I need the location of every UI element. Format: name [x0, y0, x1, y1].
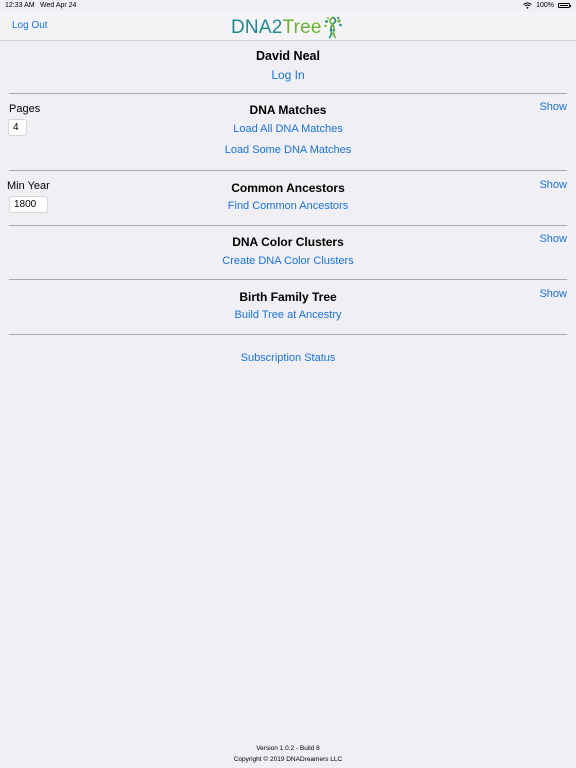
logout-button[interactable]: Log Out — [12, 20, 48, 31]
birth-family-tree-heading: Birth Family Tree — [239, 290, 337, 304]
status-date: Wed Apr 24 — [40, 2, 77, 9]
build-tree-ancestry-button[interactable]: Build Tree at Ancestry — [235, 309, 342, 321]
divider — [9, 334, 567, 335]
login-button[interactable]: Log In — [271, 68, 304, 82]
subscription-row: Subscription Status — [0, 352, 576, 364]
battery-percent: 100% — [536, 2, 554, 9]
app-logo: DNA2Tree — [231, 15, 343, 41]
wifi-icon — [523, 2, 532, 9]
dna-matches-actions-2: Load Some DNA Matches — [0, 144, 576, 156]
version-text: Version 1.0.2 - Build 8 — [256, 745, 320, 752]
battery-icon — [558, 3, 571, 8]
dna-tree-icon — [323, 16, 342, 39]
divider — [9, 225, 567, 226]
copyright-text: Copyright © 2019 DNADreamers LLC — [233, 756, 343, 763]
common-ancestors-show-button[interactable]: Show — [539, 179, 567, 191]
account-name: David Neal — [256, 49, 320, 63]
load-all-matches-button[interactable]: Load All DNA Matches — [233, 123, 342, 135]
find-common-ancestors-button[interactable]: Find Common Ancestors — [228, 200, 348, 212]
color-clusters-actions: Create DNA Color Clusters — [0, 255, 576, 267]
dna-matches-heading: DNA Matches — [249, 103, 327, 117]
birth-family-tree-show-button[interactable]: Show — [539, 288, 567, 300]
logo-text-tree: Tree — [282, 17, 322, 38]
common-ancestors-heading: Common Ancestors — [231, 181, 345, 195]
birth-family-tree-actions: Build Tree at Ancestry — [0, 309, 576, 321]
login-row: Log In — [0, 68, 576, 82]
status-time: 12:33 AM — [5, 2, 35, 9]
divider — [9, 279, 567, 280]
subscription-status-button[interactable]: Subscription Status — [241, 352, 336, 364]
color-clusters-show-button[interactable]: Show — [539, 233, 567, 245]
divider — [9, 93, 567, 94]
create-color-clusters-button[interactable]: Create DNA Color Clusters — [222, 255, 353, 267]
dna-matches-actions: Load All DNA Matches — [0, 123, 576, 135]
color-clusters-heading: DNA Color Clusters — [232, 235, 344, 249]
dna-matches-show-button[interactable]: Show — [539, 101, 567, 113]
logo-text: DNA2Tree — [231, 17, 322, 39]
load-some-matches-button[interactable]: Load Some DNA Matches — [225, 144, 352, 156]
status-bar: 12:33 AM Wed Apr 24 100% — [0, 0, 576, 12]
logo-text-dna: DNA — [231, 17, 272, 38]
divider — [9, 170, 567, 171]
status-right: 100% — [523, 2, 571, 9]
logo-text-2: 2 — [271, 17, 283, 38]
nav-bar: Log Out DNA2Tree — [0, 12, 576, 41]
common-ancestors-actions: Find Common Ancestors — [0, 200, 576, 212]
